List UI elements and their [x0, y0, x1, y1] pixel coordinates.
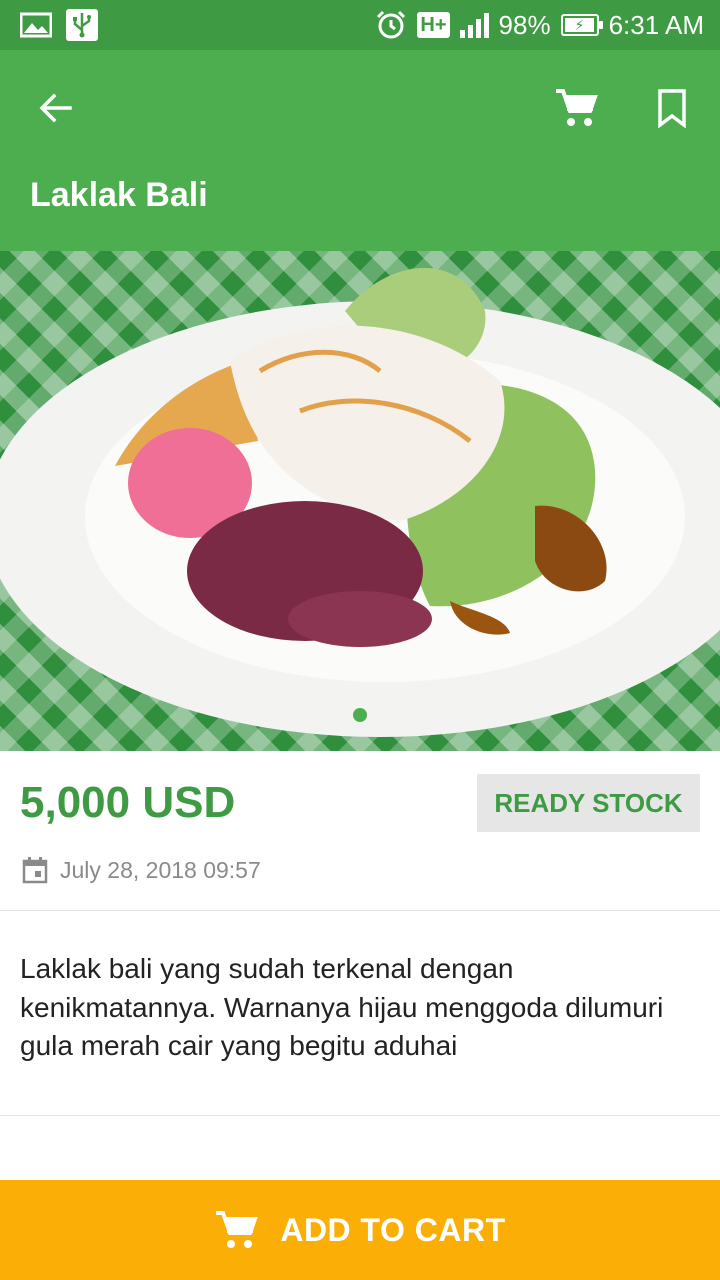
back-arrow-icon: [39, 93, 72, 123]
signal-icon: [459, 12, 489, 38]
app-bar: Laklak Bali: [0, 50, 720, 251]
page-title: Laklak Bali: [30, 176, 208, 214]
product-description: Laklak bali yang sudah terkenal dengan k…: [20, 953, 664, 1061]
product-image[interactable]: [0, 251, 720, 751]
clock: 6:31 AM: [608, 9, 704, 40]
cart-icon: [216, 1211, 259, 1248]
bookmark-icon: [658, 89, 686, 128]
divider: [0, 910, 720, 911]
cart-button[interactable]: [548, 80, 604, 136]
battery-icon: ⚡: [560, 14, 603, 36]
cart-icon: [556, 89, 598, 126]
stock-status-badge: READY STOCK: [477, 774, 700, 832]
network-type: H+: [417, 12, 450, 38]
add-to-cart-button[interactable]: ADD TO CART: [0, 1180, 720, 1280]
calendar-icon: [22, 857, 48, 884]
post-date: July 28, 2018 09:57: [60, 856, 261, 883]
add-to-cart-label: ADD TO CART: [280, 1211, 506, 1248]
divider: [0, 1115, 720, 1116]
food-illustration: [0, 267, 720, 737]
bookmark-button[interactable]: [646, 80, 698, 136]
status-bar: H+ 98% ⚡ 6:31 AM: [0, 0, 720, 50]
post-date-row: July 28, 2018 09:57: [22, 856, 261, 884]
image-notification-icon: [20, 12, 52, 38]
battery-percent: 98%: [498, 9, 551, 40]
gallery-page-indicator[interactable]: [353, 708, 367, 722]
usb-icon: [66, 9, 98, 41]
product-price: 5,000 USD: [20, 778, 236, 827]
alarm-icon: [375, 9, 407, 41]
back-button[interactable]: [30, 82, 82, 134]
